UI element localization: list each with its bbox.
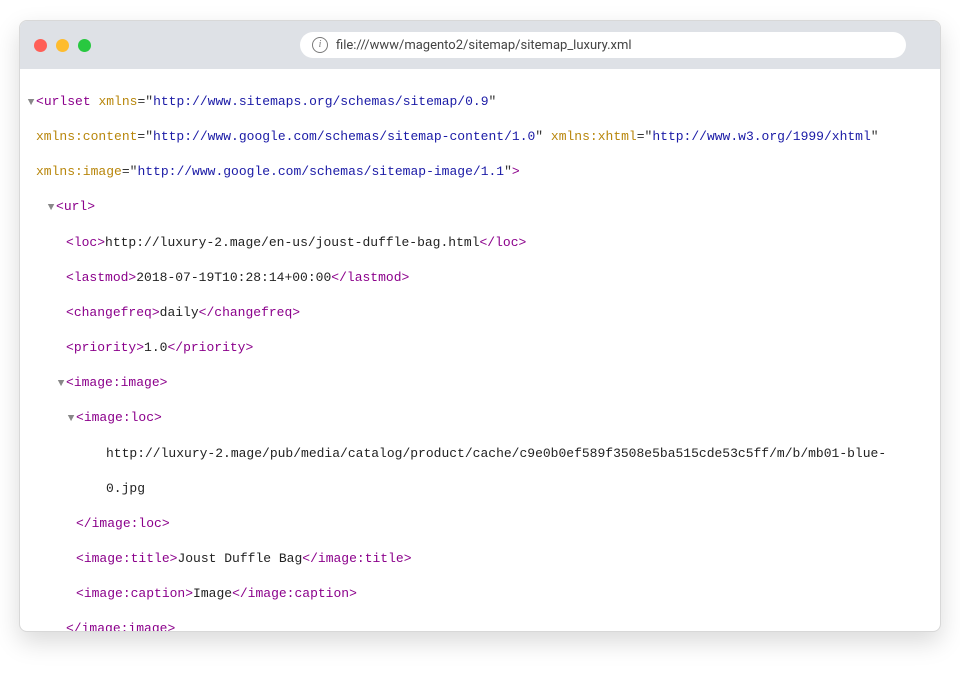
maximize-icon[interactable] — [78, 39, 91, 52]
browser-window: i file:///www/magento2/sitemap/sitemap_l… — [19, 20, 941, 632]
xml-content: ▼<urlset xmlns="http://www.sitemaps.org/… — [20, 69, 940, 631]
url-text: file:///www/magento2/sitemap/sitemap_lux… — [336, 38, 632, 53]
minimize-icon[interactable] — [56, 39, 69, 52]
close-icon[interactable] — [34, 39, 47, 52]
info-icon: i — [312, 37, 328, 53]
url-bar[interactable]: i file:///www/magento2/sitemap/sitemap_l… — [300, 32, 906, 58]
browser-chrome: i file:///www/magento2/sitemap/sitemap_l… — [20, 21, 940, 69]
